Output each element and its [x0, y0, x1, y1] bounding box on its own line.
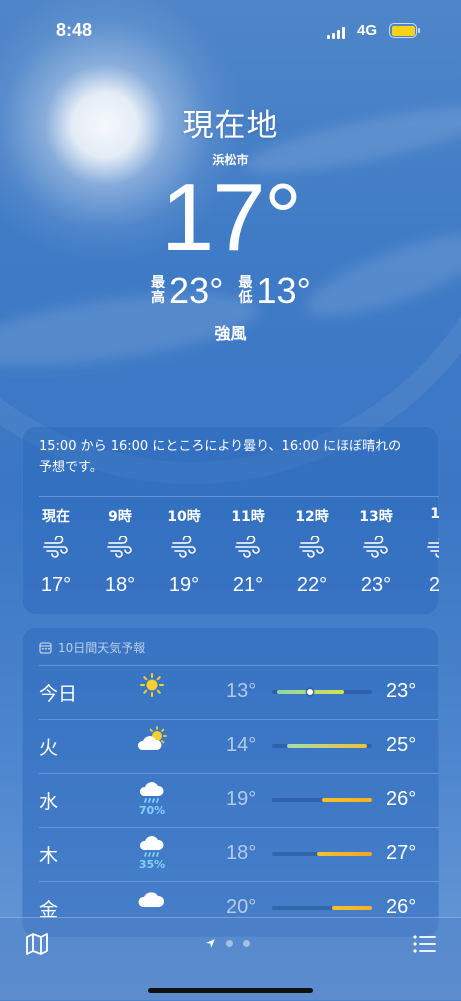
high-temperature: 26°	[386, 896, 417, 918]
hour-temperature: 23°	[360, 574, 392, 596]
wind-icon	[218, 536, 278, 568]
hourly-item: 13時 23°	[346, 506, 406, 597]
wind-icon	[26, 536, 86, 568]
day-label: 今日	[39, 683, 78, 705]
temperature-range-bar	[272, 744, 372, 748]
precip-chance: 35%	[138, 858, 166, 871]
hourly-item: 11時 21°	[218, 506, 278, 597]
bottom-toolbar	[0, 917, 461, 1001]
rain-icon: 35%	[134, 834, 170, 874]
hour-temperature: 22	[428, 574, 439, 596]
day-label: 木	[39, 845, 59, 867]
condition-text: 強風	[214, 324, 247, 343]
wind-icon	[154, 536, 214, 568]
hour-temperature: 17°	[40, 574, 72, 596]
wind-icon	[282, 536, 342, 568]
forecast-day-row[interactable]: 今日 13° 23°	[22, 666, 439, 720]
low-temperature: 19°	[226, 788, 257, 810]
page-dot	[243, 940, 250, 947]
hour-label: 14	[430, 506, 439, 522]
day-label: 水	[39, 791, 59, 813]
ten-day-forecast-card[interactable]: 10日間天気予報 今日 13° 23° 火 14° 25° 水 70% 19° 26° 木 35% 18…	[22, 627, 439, 937]
ten-day-header: 10日間天気予報	[39, 639, 145, 656]
partly-cloudy-icon	[134, 726, 170, 766]
low-temperature: 13°	[226, 680, 257, 702]
high-temperature: 23°	[386, 680, 417, 702]
hour-label: 9時	[108, 509, 132, 525]
network-type: 4G	[357, 22, 378, 39]
low-temperature: 18°	[226, 842, 257, 864]
temperature-range-fill	[322, 798, 372, 802]
rain-icon: 70%	[134, 780, 170, 820]
current-weather: 現在地 浜松市 17° 最高 23° 最低 13° 強風	[0, 100, 461, 344]
status-bar: 8:48 4G	[0, 18, 461, 48]
current-temp-dot	[307, 689, 313, 695]
wind-icon	[410, 536, 439, 568]
calendar-icon	[39, 642, 52, 654]
high-temperature: 26°	[386, 788, 417, 810]
low-temperature: 13°	[256, 270, 311, 311]
battery-icon	[389, 23, 420, 38]
precip-chance: 70%	[138, 804, 166, 817]
hour-label: 12時	[295, 509, 329, 525]
high-temperature: 23°	[169, 270, 224, 311]
temperature-range-bar	[272, 906, 372, 910]
day-label: 火	[39, 737, 59, 759]
divider	[39, 496, 439, 497]
temperature-range-bar	[272, 689, 372, 695]
list-icon[interactable]	[411, 931, 437, 957]
status-time: 8:48	[56, 20, 93, 40]
hourly-item: 現在 17°	[26, 506, 86, 597]
map-icon[interactable]	[24, 931, 50, 957]
hour-label: 現在	[42, 509, 70, 525]
hourly-item: 9時 18°	[90, 506, 150, 597]
wind-icon	[346, 536, 406, 568]
hour-label: 13時	[359, 509, 393, 525]
forecast-day-row[interactable]: 火 14° 25°	[22, 720, 439, 774]
hourly-list[interactable]: 現在 17° 9時 18° 10時 19° 11時 21° 12時 22° 13時 23° 14 22	[22, 506, 439, 606]
low-temperature: 14°	[226, 734, 257, 756]
wind-icon	[90, 536, 150, 568]
hourly-forecast-card[interactable]: 15:00 から 16:00 にところにより曇り、16:00 にほぼ晴れの予想で…	[22, 426, 439, 615]
hour-temperature: 18°	[104, 574, 136, 596]
temperature-range-fill	[317, 852, 372, 856]
hour-label: 11時	[231, 509, 265, 525]
high-low: 最高 23° 最低 13°	[0, 270, 461, 312]
temperature-range-bar	[272, 798, 372, 802]
hourly-item: 10時 19°	[154, 506, 214, 597]
page-indicator[interactable]	[205, 938, 250, 949]
page-dot	[226, 940, 233, 947]
temperature-range-fill	[287, 744, 367, 748]
ten-day-title: 10日間天気予報	[58, 641, 146, 655]
hour-temperature: 22°	[296, 574, 328, 596]
forecast-day-row[interactable]: 水 70% 19° 26°	[22, 774, 439, 828]
home-indicator[interactable]	[148, 988, 313, 993]
hourly-item: 14 22	[410, 506, 439, 597]
hourly-item: 12時 22°	[282, 506, 342, 597]
forecast-day-row[interactable]: 木 35% 18° 27°	[22, 828, 439, 882]
low-label: 最低	[238, 275, 253, 306]
high-temperature: 27°	[386, 842, 417, 864]
hour-temperature: 19°	[168, 574, 200, 596]
temperature-range-fill	[332, 906, 372, 910]
hour-temperature: 21°	[232, 574, 264, 596]
temperature-range-bar	[272, 852, 372, 856]
forecast-summary: 15:00 から 16:00 にところにより曇り、16:00 にほぼ晴れの予想で…	[39, 439, 402, 475]
high-label: 最高	[151, 275, 166, 306]
sun-icon	[134, 672, 170, 712]
high-temperature: 25°	[386, 734, 417, 756]
location-arrow-icon	[206, 939, 215, 948]
low-temperature: 20°	[226, 896, 257, 918]
location-name: 現在地	[182, 108, 279, 144]
hour-label: 10時	[167, 509, 201, 525]
current-temperature: 17°	[160, 164, 302, 271]
signal-icon	[327, 25, 345, 39]
